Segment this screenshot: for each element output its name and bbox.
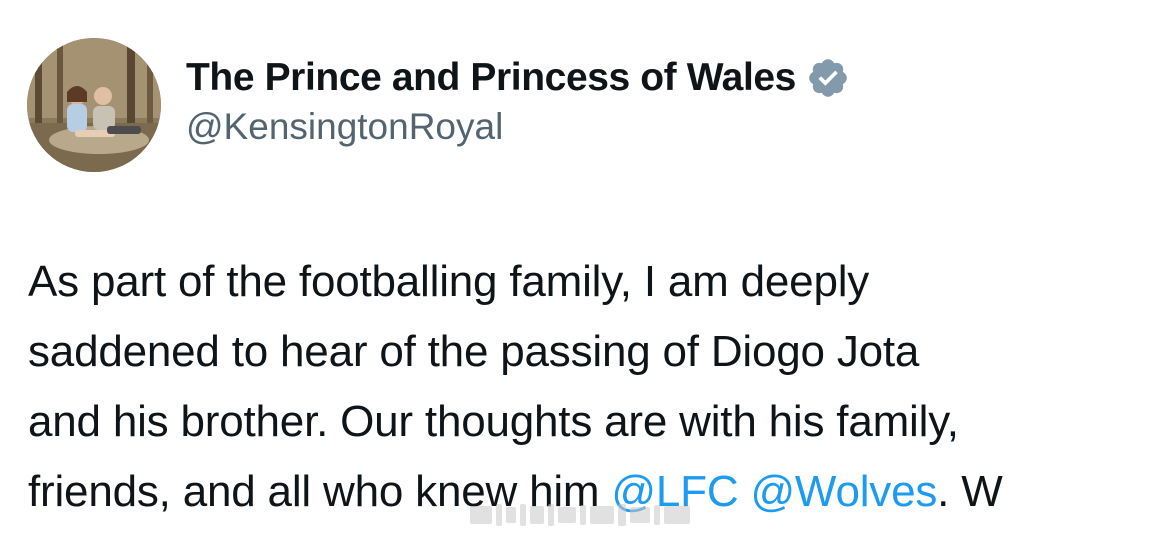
account-handle[interactable]: @KensingtonRoyal bbox=[186, 106, 850, 148]
avatar[interactable] bbox=[27, 38, 161, 172]
avatar-photo bbox=[27, 38, 161, 172]
tweet-header: The Prince and Princess of Wales @Kensin… bbox=[186, 52, 850, 148]
verified-badge-icon[interactable] bbox=[806, 56, 850, 100]
tweet-text-line: saddened to hear of the passing of Diogo… bbox=[28, 327, 920, 376]
watermark bbox=[470, 502, 702, 528]
tweet-text-line: and his brother. Our thoughts are with h… bbox=[28, 397, 959, 446]
tweet-card: The Prince and Princess of Wales @Kensin… bbox=[0, 0, 1170, 541]
tweet-text-tail: . W bbox=[937, 467, 1003, 516]
display-name[interactable]: The Prince and Princess of Wales bbox=[186, 56, 796, 100]
mention-wolves-link[interactable]: @Wolves bbox=[750, 467, 937, 516]
name-row: The Prince and Princess of Wales bbox=[186, 52, 850, 104]
tweet-text-space bbox=[738, 467, 750, 516]
tweet-text-line: As part of the footballing family, I am … bbox=[28, 257, 870, 306]
tweet-text: As part of the footballing family, I am … bbox=[28, 247, 1158, 527]
